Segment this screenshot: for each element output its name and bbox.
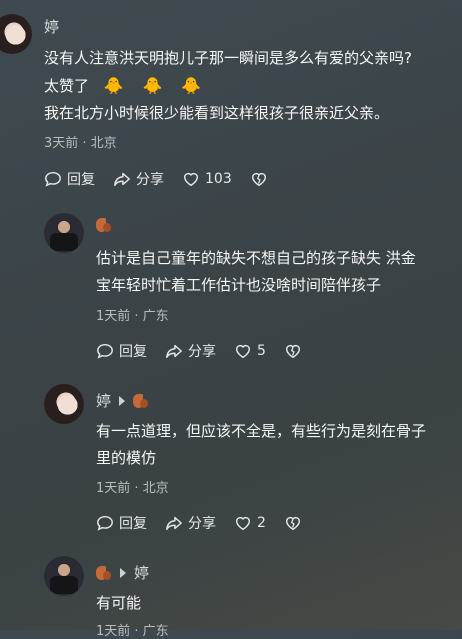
like-count: 103 [205, 171, 232, 187]
timestamp-location: 1天前 · 广东 [96, 309, 169, 324]
reply-label: 回复 [119, 516, 147, 532]
like-button[interactable]: 2 [234, 514, 266, 532]
reply-button[interactable]: 回复 [96, 341, 147, 361]
share-icon [114, 172, 130, 187]
avatar[interactable] [44, 556, 84, 596]
broken-heart-icon [285, 344, 300, 359]
share-label: 分享 [136, 172, 164, 188]
chick-emoji-icon: 🐥 [142, 76, 163, 95]
author-label: 婷 [44, 18, 60, 36]
share-label: 分享 [188, 516, 216, 532]
share-button[interactable]: 分享 [165, 513, 216, 533]
timestamp-location: 3天前 · 北京 [44, 136, 117, 151]
like-button[interactable]: 5 [234, 342, 266, 360]
action-bar: 回复 分享 5 [96, 341, 320, 361]
like-button[interactable]: 103 [182, 170, 232, 188]
comment-text: 没有人注意洪天明抱儿子那一瞬间是多么有爱的父亲吗? 太赞了 🐥 🐥 🐥 我在北方… [44, 49, 412, 122]
author-name[interactable]: 婷 [96, 390, 149, 411]
action-bar: 回复 分享 103 [44, 169, 286, 189]
heart-icon [235, 344, 251, 359]
avatar[interactable] [44, 384, 84, 424]
comment-icon [45, 171, 61, 187]
squirrel-icon [96, 565, 112, 581]
squirrel-icon [96, 217, 112, 233]
reply-arrow-icon [120, 567, 126, 578]
avatar[interactable] [0, 14, 32, 54]
timestamp-location: 1天前 · 北京 [96, 481, 169, 496]
broken-heart-icon [285, 516, 300, 531]
comment-icon [97, 343, 113, 359]
dislike-button[interactable] [250, 170, 268, 188]
author-name[interactable]: 婷 [96, 562, 149, 583]
action-bar: 回复 分享 2 [96, 513, 320, 533]
reply-label: 回复 [67, 172, 95, 188]
reply-to-name: 婷 [134, 564, 150, 582]
share-button[interactable]: 分享 [113, 169, 164, 189]
comment-icon [97, 515, 113, 531]
comment-text: 估计是自己童年的缺失不想自己的孩子缺失 洪金 宝年轻时忙着工作估计也没啥时间陪伴… [96, 249, 416, 294]
share-label: 分享 [188, 344, 216, 360]
reply-button[interactable]: 回复 [96, 513, 147, 533]
like-count: 2 [257, 515, 266, 531]
broken-heart-icon [251, 172, 266, 187]
dislike-button[interactable] [284, 514, 302, 532]
chick-emoji-icon: 🐥 [181, 76, 202, 95]
author-name[interactable] [96, 217, 112, 233]
avatar[interactable] [44, 213, 84, 253]
heart-icon [183, 172, 199, 187]
reply-label: 回复 [119, 344, 147, 360]
dislike-button[interactable] [284, 342, 302, 360]
share-icon [166, 344, 182, 359]
author-label: 婷 [96, 392, 112, 410]
reply-arrow-icon [119, 395, 126, 406]
chick-emoji-icon: 🐥 [103, 76, 124, 95]
share-icon [166, 516, 182, 531]
like-count: 5 [257, 343, 266, 359]
share-button[interactable]: 分享 [165, 341, 216, 361]
comment-text: 有一点道理，但应该不全是，有些行为是刻在骨子 里的模仿 [96, 422, 427, 467]
squirrel-icon [133, 393, 149, 409]
heart-icon [235, 516, 251, 531]
author-name[interactable]: 婷 [44, 16, 59, 37]
comment-text: 有可能 [96, 594, 142, 612]
reply-button[interactable]: 回复 [44, 169, 95, 189]
